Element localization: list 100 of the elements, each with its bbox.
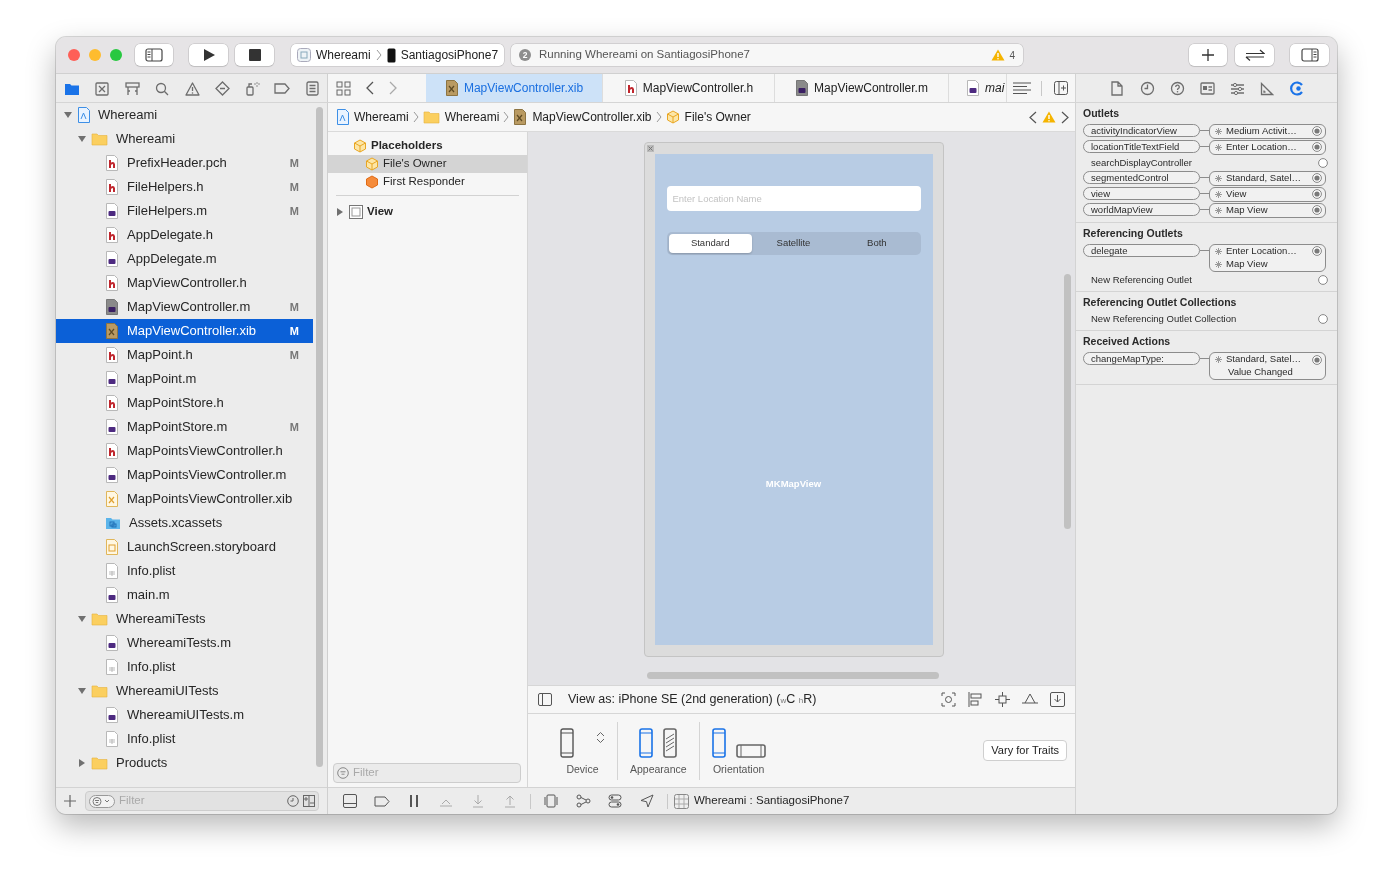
diamond-icon[interactable] — [214, 81, 230, 96]
warning-icon[interactable] — [184, 81, 200, 96]
breadcrumb-item[interactable]: MapViewController.xib — [513, 108, 652, 126]
remove-icon[interactable] — [1215, 356, 1222, 363]
ruler-icon[interactable] — [1260, 81, 1274, 96]
library-button[interactable] — [1189, 44, 1227, 66]
close-box-icon[interactable] — [646, 145, 654, 152]
scheme-button[interactable]: Whereami — [297, 46, 371, 64]
outline-row[interactable]: File's Owner — [328, 155, 527, 173]
crossed-box-icon[interactable] — [95, 81, 109, 96]
filter-field[interactable]: Filter — [353, 764, 517, 782]
file-row[interactable]: MapPoint.h M — [56, 343, 313, 367]
connection-well[interactable] — [1318, 157, 1328, 168]
scope-icon[interactable] — [303, 795, 315, 807]
file-row[interactable]: Whereami — [56, 127, 313, 151]
navigator-toggle-button[interactable] — [135, 44, 173, 66]
environment-icon[interactable] — [608, 794, 622, 808]
add-icon[interactable] — [64, 795, 76, 807]
window-control[interactable] — [68, 49, 80, 61]
help-icon[interactable] — [1169, 81, 1185, 96]
file-row[interactable]: Info.plist — [56, 655, 313, 679]
segment[interactable]: Both — [835, 234, 919, 253]
file-row[interactable]: AppDelegate.m — [56, 247, 313, 271]
file-row[interactable]: MapPointStore.h — [56, 391, 313, 415]
connection-well[interactable] — [1312, 354, 1322, 365]
spray-can-icon[interactable] — [244, 81, 260, 96]
sliders-icon[interactable] — [1229, 81, 1245, 96]
id-card-icon[interactable] — [1199, 82, 1215, 95]
vary-for-traits-button[interactable]: Vary for Traits — [983, 740, 1067, 761]
outlet-name[interactable]: locationTitleTextField — [1083, 139, 1200, 153]
folder-icon[interactable] — [64, 81, 80, 96]
file-row[interactable]: Products — [56, 751, 313, 775]
file-row[interactable]: FileHelpers.h M — [56, 175, 313, 199]
file-row[interactable]: MapPoint.m — [56, 367, 313, 391]
pause-icon[interactable] — [408, 794, 420, 808]
file-row[interactable]: MapPointsViewController.xib — [56, 487, 313, 511]
filter-bar[interactable]: Filter — [333, 763, 521, 783]
disclosure-triangle-icon[interactable] — [77, 134, 87, 144]
phone-icon[interactable] — [560, 727, 574, 758]
remove-icon[interactable] — [1215, 174, 1222, 182]
remove-icon[interactable] — [1215, 143, 1222, 151]
outline-row[interactable]: First Responder — [328, 173, 527, 191]
editor-options-icon[interactable] — [1013, 81, 1031, 95]
scrollbar[interactable] — [647, 672, 939, 679]
pin-icon[interactable] — [995, 692, 1010, 707]
portrait-phone-icon[interactable] — [639, 727, 654, 758]
file-row[interactable]: WhereamiTests — [56, 607, 313, 631]
outlet-name[interactable]: activityIndicatorView — [1083, 123, 1200, 137]
back-icon[interactable] — [365, 81, 374, 95]
file-row[interactable]: WhereamiUITests.m — [56, 703, 313, 727]
connections-icon[interactable] — [1289, 81, 1305, 96]
outlet-name[interactable]: view — [1083, 186, 1200, 200]
document-icon[interactable] — [1111, 81, 1123, 96]
outlet-name[interactable]: segmentedControl — [1083, 170, 1200, 184]
connection-well[interactable] — [1312, 142, 1322, 153]
tag-icon[interactable] — [274, 83, 290, 94]
memory-graph-icon[interactable] — [575, 794, 591, 808]
connection-well[interactable] — [1318, 274, 1328, 285]
disclosure-triangle-icon[interactable] — [63, 110, 73, 120]
align-icon[interactable] — [968, 692, 983, 707]
clock-icon[interactable] — [1139, 81, 1155, 96]
remove-icon[interactable] — [1215, 127, 1222, 135]
file-row[interactable]: Assets.xcassets — [56, 511, 313, 535]
breadcrumb-item[interactable]: File's Owner — [665, 108, 751, 126]
tag-icon[interactable] — [374, 795, 390, 807]
forward-icon[interactable] — [388, 81, 397, 95]
stop-button[interactable] — [235, 44, 274, 66]
file-row[interactable]: MapPointsViewController.m — [56, 463, 313, 487]
portrait-phone-icon[interactable] — [711, 727, 726, 758]
file-row[interactable]: MapViewController.m M — [56, 295, 313, 319]
search-icon[interactable] — [155, 81, 169, 96]
next-issue-icon[interactable] — [1061, 110, 1069, 124]
disclosure-triangle-icon[interactable] — [77, 686, 87, 696]
file-row[interactable]: main.m — [56, 583, 313, 607]
outlet-name[interactable]: changeMapType: — [1083, 352, 1200, 365]
breadcrumb-item[interactable]: Whereami — [336, 108, 409, 126]
scrollbar[interactable] — [316, 107, 323, 767]
run-button[interactable] — [189, 44, 228, 66]
file-row[interactable]: MapViewController.h — [56, 271, 313, 295]
file-row[interactable]: Info.plist — [56, 727, 313, 751]
destination-button[interactable]: SantiagosiPhone7 — [386, 46, 499, 64]
view-hierarchy-icon[interactable] — [544, 794, 558, 808]
embed-icon[interactable] — [1050, 692, 1065, 707]
filter-field[interactable]: Filter — [119, 792, 283, 810]
review-button[interactable] — [1235, 44, 1274, 66]
remove-icon[interactable] — [1215, 206, 1222, 214]
hatched-phone-icon[interactable] — [663, 727, 678, 758]
outline-row[interactable]: View — [328, 203, 527, 221]
zoom-fit-icon[interactable] — [941, 692, 956, 707]
connection-well[interactable] — [1312, 173, 1322, 184]
file-row[interactable]: WhereamiTests.m — [56, 631, 313, 655]
resolve-icon[interactable] — [1022, 693, 1038, 706]
inspector-toggle-button[interactable] — [1290, 44, 1329, 66]
connection-well[interactable] — [1312, 246, 1322, 256]
segment[interactable]: Standard — [668, 234, 752, 253]
remove-icon[interactable] — [1215, 260, 1222, 268]
clock-icon[interactable] — [287, 795, 299, 807]
related-items-icon[interactable] — [335, 80, 351, 96]
add-editor-icon[interactable] — [1054, 81, 1068, 95]
remove-icon[interactable] — [1215, 190, 1222, 198]
